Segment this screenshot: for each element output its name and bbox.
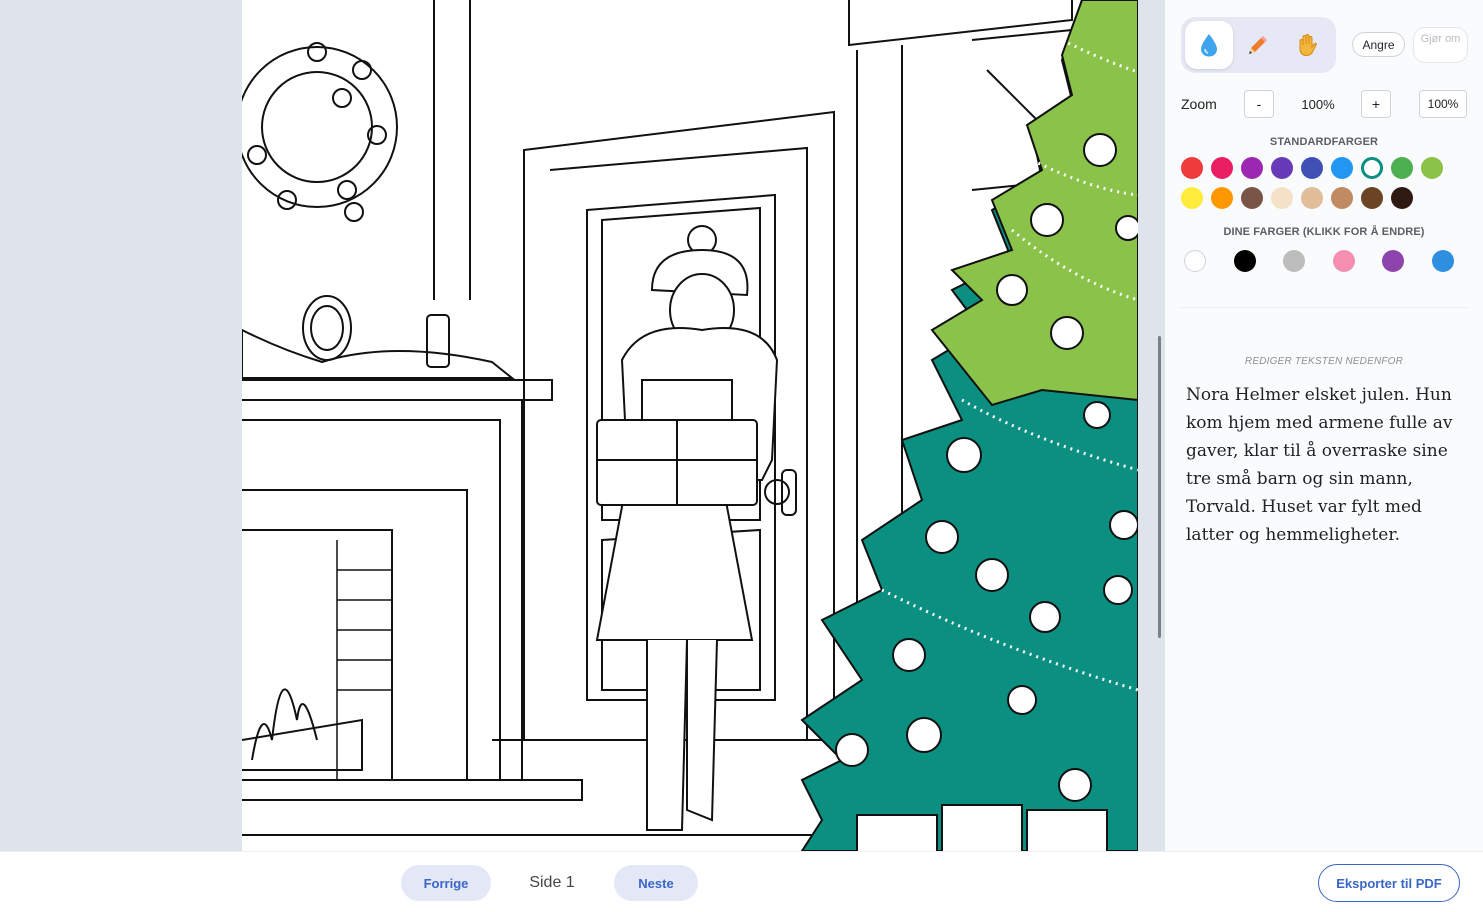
droplet-icon bbox=[1201, 34, 1217, 57]
zoom-in-button[interactable]: + bbox=[1361, 90, 1391, 118]
story-text-editor[interactable]: Nora Helmer elsket julen. Hun kom hjem m… bbox=[1186, 381, 1471, 549]
color-swatch[interactable] bbox=[1361, 187, 1383, 209]
user-color-swatch[interactable] bbox=[1233, 250, 1256, 272]
color-swatch[interactable] bbox=[1271, 187, 1293, 209]
zoom-out-button[interactable]: - bbox=[1244, 90, 1274, 118]
scrollbar[interactable] bbox=[1158, 336, 1161, 638]
left-gutter bbox=[0, 0, 242, 851]
user-color-swatch[interactable] bbox=[1431, 250, 1454, 272]
user-colors-title: DINE FARGER (KLIKK FOR Å ENDRE) bbox=[1223, 226, 1425, 238]
color-swatch[interactable] bbox=[1331, 157, 1353, 179]
pencil-tool-button[interactable] bbox=[1234, 21, 1282, 69]
zoom-label: Zoom bbox=[1181, 96, 1217, 112]
color-swatch[interactable] bbox=[1301, 187, 1323, 209]
color-swatch[interactable] bbox=[1331, 187, 1353, 209]
color-swatch[interactable] bbox=[1211, 157, 1233, 179]
color-swatch[interactable] bbox=[1361, 157, 1383, 179]
color-swatch[interactable] bbox=[1241, 187, 1263, 209]
color-swatch[interactable] bbox=[1181, 187, 1203, 209]
previous-page-button[interactable]: Forrige bbox=[401, 865, 491, 901]
color-swatch[interactable] bbox=[1301, 157, 1323, 179]
coloring-canvas[interactable] bbox=[242, 0, 1138, 851]
color-swatch[interactable] bbox=[1391, 157, 1413, 179]
pan-tool-button[interactable] bbox=[1283, 21, 1331, 69]
bottom-navigation-bar: Forrige Side 1 Neste Eksporter til PDF bbox=[0, 851, 1483, 912]
color-swatch[interactable] bbox=[1241, 157, 1263, 179]
color-swatch[interactable] bbox=[1211, 187, 1233, 209]
coloring-app: Angre Gjør om Zoom - 100% + 100% STANDAR… bbox=[0, 0, 1483, 912]
coloring-page-illustration[interactable] bbox=[242, 0, 1138, 851]
page-indicator: Side 1 bbox=[529, 874, 575, 891]
pencil-icon bbox=[1249, 36, 1267, 54]
user-color-swatch[interactable] bbox=[1332, 250, 1355, 272]
zoom-reset-button[interactable]: 100% bbox=[1419, 90, 1467, 118]
color-swatch[interactable] bbox=[1271, 157, 1293, 179]
divider bbox=[1181, 307, 1467, 308]
zoom-value: 100% bbox=[1301, 97, 1335, 112]
redo-button[interactable]: Gjør om bbox=[1413, 27, 1468, 63]
standard-colors-title: STANDARDFARGER bbox=[1269, 136, 1379, 148]
user-color-swatch[interactable] bbox=[1184, 250, 1206, 272]
user-color-swatch[interactable] bbox=[1283, 250, 1305, 272]
undo-button[interactable]: Angre bbox=[1352, 32, 1405, 57]
next-page-button[interactable]: Neste bbox=[614, 865, 698, 901]
color-swatch[interactable] bbox=[1181, 157, 1203, 179]
color-swatch[interactable] bbox=[1391, 187, 1413, 209]
color-swatch[interactable] bbox=[1421, 157, 1443, 179]
user-color-swatch[interactable] bbox=[1382, 250, 1404, 272]
tool-selector bbox=[1181, 17, 1336, 73]
fill-tool-button[interactable] bbox=[1185, 21, 1233, 69]
export-pdf-button[interactable]: Eksporter til PDF bbox=[1318, 864, 1460, 902]
edit-text-label: REDIGER TEKSTEN NEDENFOR bbox=[1244, 356, 1404, 367]
tool-panel: Angre Gjør om Zoom - 100% + 100% STANDAR… bbox=[1165, 0, 1483, 851]
hand-icon bbox=[1299, 33, 1318, 57]
